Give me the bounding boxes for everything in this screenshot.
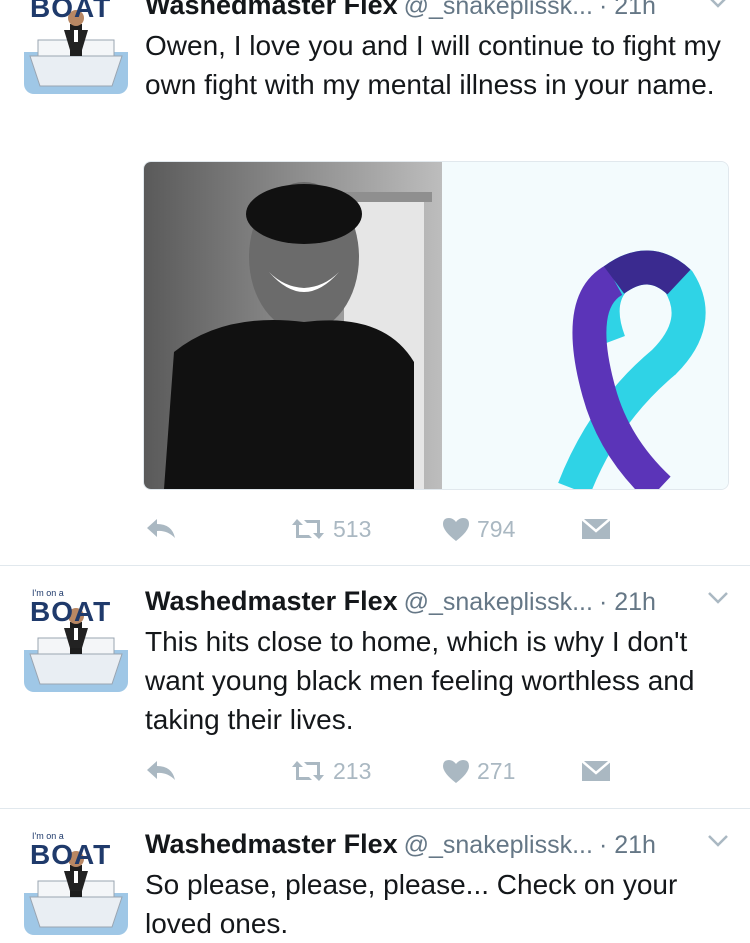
tweet-actions: 513 794 bbox=[145, 512, 615, 546]
direct-message-button[interactable] bbox=[581, 754, 611, 788]
retweet-icon bbox=[292, 761, 324, 781]
like-count: 794 bbox=[477, 515, 516, 542]
heart-icon bbox=[443, 518, 469, 541]
timestamp[interactable]: · 21h bbox=[599, 0, 656, 20]
tweet-media[interactable] bbox=[143, 161, 729, 490]
retweet-count: 513 bbox=[333, 515, 372, 542]
reply-icon bbox=[147, 519, 175, 538]
handle[interactable]: @_snakeplissk... bbox=[404, 0, 593, 20]
envelope-icon bbox=[581, 518, 611, 539]
chevron-down-icon[interactable] bbox=[706, 833, 730, 849]
display-name[interactable]: Washedmaster Flex bbox=[145, 586, 398, 616]
tweet-2[interactable]: I'm on a BOAT Washedmaster Flex @_snakepl… bbox=[0, 566, 750, 808]
handle[interactable]: @_snakeplissk... bbox=[404, 831, 593, 859]
retweet-icon bbox=[292, 519, 324, 539]
tweet-text: This hits close to home, which is why I … bbox=[145, 626, 695, 735]
avatar[interactable]: I'm on a BOAT bbox=[24, 831, 128, 935]
retweet-count: 213 bbox=[333, 757, 372, 784]
tweet-3[interactable]: I'm on a BOAT Washedmaster Flex @_snakepl… bbox=[0, 809, 750, 942]
reply-button[interactable] bbox=[145, 754, 177, 788]
avatar[interactable]: BOAT bbox=[24, 0, 128, 94]
tweet-text: Owen, I love you and I will continue to … bbox=[145, 30, 721, 100]
chevron-down-icon[interactable] bbox=[706, 590, 730, 606]
like-button[interactable]: 794 bbox=[441, 512, 515, 546]
media-image bbox=[144, 162, 728, 489]
tweet-header: Washedmaster Flex @_snakeplissk... · 21h bbox=[145, 0, 730, 24]
tweet-actions: 213 271 bbox=[145, 754, 615, 788]
display-name[interactable]: Washedmaster Flex bbox=[145, 829, 398, 859]
avatar-big-text: BOAT bbox=[30, 839, 112, 870]
envelope-icon bbox=[581, 760, 611, 781]
avatar-big-text: BOAT bbox=[30, 596, 112, 627]
handle[interactable]: @_snakeplissk... bbox=[404, 588, 593, 616]
retweet-button[interactable]: 513 bbox=[289, 512, 371, 546]
tweet-text: So please, please, please... Check on yo… bbox=[145, 869, 678, 939]
tweet-header: Washedmaster Flex @_snakeplissk... · 21h bbox=[145, 586, 730, 620]
tweet-header: Washedmaster Flex @_snakeplissk... · 21h bbox=[145, 829, 730, 863]
timestamp[interactable]: · 21h bbox=[599, 831, 656, 859]
display-name[interactable]: Washedmaster Flex bbox=[145, 0, 398, 20]
like-button[interactable]: 271 bbox=[441, 754, 515, 788]
avatar[interactable]: I'm on a BOAT bbox=[24, 588, 128, 692]
tweet-1[interactable]: BOAT Washedmaster Flex @_snakeplissk... · … bbox=[0, 0, 750, 565]
retweet-button[interactable]: 213 bbox=[289, 754, 371, 788]
heart-icon bbox=[443, 760, 469, 783]
direct-message-button[interactable] bbox=[581, 512, 611, 546]
chevron-down-icon[interactable] bbox=[706, 0, 730, 10]
reply-icon bbox=[147, 761, 175, 780]
timestamp[interactable]: · 21h bbox=[599, 588, 656, 616]
reply-button[interactable] bbox=[145, 512, 177, 546]
like-count: 271 bbox=[477, 757, 516, 784]
avatar-big-text: BOAT bbox=[30, 0, 112, 23]
